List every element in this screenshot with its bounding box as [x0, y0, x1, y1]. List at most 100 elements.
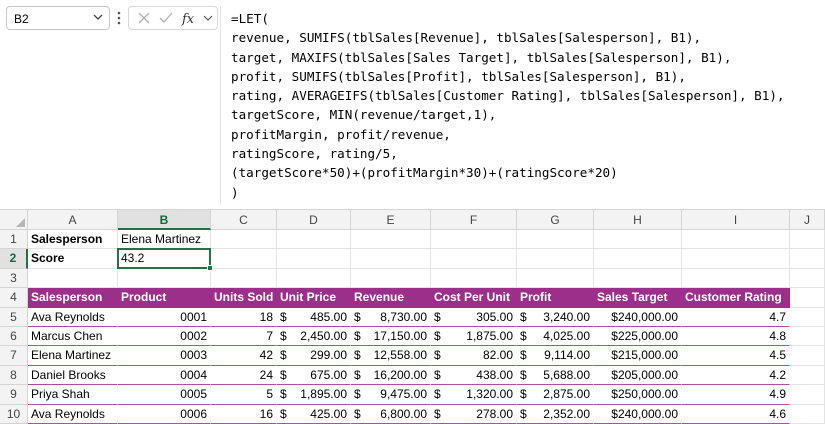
cell[interactable] [211, 268, 277, 289]
table-header[interactable]: Unit Price [277, 288, 351, 308]
column-header-e[interactable]: E [351, 210, 431, 230]
cell[interactable] [790, 365, 825, 386]
cell[interactable] [118, 268, 211, 289]
cell[interactable] [431, 249, 517, 269]
table-cell[interactable]: $1,320.00 [431, 385, 517, 405]
row-header-10[interactable]: 10 [0, 404, 28, 424]
cell-value-salesperson[interactable]: Elena Martinez [118, 230, 211, 250]
table-cell[interactable]: $2,352.00 [517, 404, 594, 424]
cell[interactable] [790, 230, 825, 250]
cell[interactable] [594, 230, 682, 250]
column-header-c[interactable]: C [211, 210, 277, 230]
table-cell[interactable]: 0004 [118, 365, 211, 386]
table-cell[interactable]: 4.6 [682, 404, 790, 424]
select-all-corner[interactable] [0, 210, 28, 230]
cell[interactable] [277, 268, 351, 289]
table-cell[interactable]: Marcus Chen [28, 327, 118, 347]
cell[interactable] [351, 249, 431, 269]
table-cell[interactable]: Ava Reynolds [28, 307, 118, 327]
chevron-down-icon[interactable] [92, 10, 104, 24]
table-cell[interactable]: Priya Shah [28, 385, 118, 405]
cell[interactable] [594, 249, 682, 269]
table-cell[interactable]: 0002 [118, 327, 211, 347]
cell[interactable] [28, 268, 118, 289]
cell[interactable] [517, 249, 594, 269]
cell[interactable] [790, 249, 825, 269]
column-header-a[interactable]: A [28, 210, 118, 230]
table-cell[interactable]: Ava Reynolds [28, 404, 118, 424]
table-cell[interactable]: $250,000.00 [594, 385, 682, 405]
table-header[interactable]: Profit [517, 288, 594, 308]
cell[interactable] [211, 249, 277, 269]
table-cell[interactable]: Daniel Brooks [28, 365, 118, 386]
cell[interactable] [682, 249, 790, 269]
row-header-5[interactable]: 5 [0, 307, 28, 327]
table-cell[interactable]: $425.00 [277, 404, 351, 424]
table-cell[interactable]: $299.00 [277, 346, 351, 366]
table-cell[interactable]: 4.9 [682, 385, 790, 405]
row-header-9[interactable]: 9 [0, 385, 28, 405]
table-cell[interactable]: Elena Martinez [28, 346, 118, 366]
cell[interactable] [517, 230, 594, 250]
table-cell[interactable]: 5 [211, 385, 277, 405]
table-cell[interactable]: $9,475.00 [351, 385, 431, 405]
table-cell[interactable]: $675.00 [277, 365, 351, 386]
table-cell[interactable]: $215,000.00 [594, 346, 682, 366]
table-cell[interactable]: 42 [211, 346, 277, 366]
table-cell[interactable]: $12,558.00 [351, 346, 431, 366]
row-header-2[interactable]: 2 [0, 249, 28, 269]
table-cell[interactable]: 0001 [118, 307, 211, 327]
cell[interactable] [682, 230, 790, 250]
name-box[interactable]: B2 [6, 6, 110, 30]
table-header[interactable]: Salesperson [28, 288, 118, 308]
cell[interactable] [790, 385, 825, 405]
table-cell[interactable]: $438.00 [431, 365, 517, 386]
table-cell[interactable]: $2,450.00 [277, 327, 351, 347]
cell[interactable] [790, 327, 825, 347]
table-header[interactable]: Sales Target [594, 288, 682, 308]
cell[interactable] [790, 404, 825, 424]
table-cell[interactable]: 0005 [118, 385, 211, 405]
column-header-i[interactable]: I [682, 210, 790, 230]
chevron-down-icon[interactable] [202, 10, 214, 26]
table-cell[interactable]: 0006 [118, 404, 211, 424]
cell[interactable] [517, 268, 594, 289]
cell[interactable] [277, 230, 351, 250]
column-header-g[interactable]: G [517, 210, 594, 230]
column-header-j[interactable]: J [790, 210, 825, 230]
table-cell[interactable]: 0003 [118, 346, 211, 366]
table-cell[interactable]: $1,875.00 [431, 327, 517, 347]
column-header-h[interactable]: H [594, 210, 682, 230]
table-cell[interactable]: $4,025.00 [517, 327, 594, 347]
table-cell[interactable]: $5,688.00 [517, 365, 594, 386]
table-cell[interactable]: $9,114.00 [517, 346, 594, 366]
row-header-3[interactable]: 3 [0, 268, 28, 289]
table-cell[interactable]: $6,800.00 [351, 404, 431, 424]
column-header-f[interactable]: F [431, 210, 517, 230]
table-cell[interactable]: $485.00 [277, 307, 351, 327]
table-header[interactable]: Revenue [351, 288, 431, 308]
table-cell[interactable]: $17,150.00 [351, 327, 431, 347]
cell[interactable] [682, 268, 790, 289]
table-cell[interactable]: $16,200.00 [351, 365, 431, 386]
table-cell[interactable]: $3,240.00 [517, 307, 594, 327]
cell[interactable] [790, 268, 825, 289]
table-cell[interactable]: $82.00 [431, 346, 517, 366]
table-cell[interactable]: 24 [211, 365, 277, 386]
table-cell[interactable]: $225,000.00 [594, 327, 682, 347]
cell[interactable] [431, 268, 517, 289]
table-cell[interactable]: 4.7 [682, 307, 790, 327]
table-header[interactable]: Units Sold [211, 288, 277, 308]
cell[interactable] [431, 230, 517, 250]
cell[interactable] [211, 230, 277, 250]
table-header[interactable]: Cost Per Unit [431, 288, 517, 308]
row-header-7[interactable]: 7 [0, 346, 28, 366]
table-cell[interactable]: 7 [211, 327, 277, 347]
cell[interactable] [351, 230, 431, 250]
cell[interactable] [790, 307, 825, 327]
column-header-b[interactable]: B [118, 210, 211, 230]
cell[interactable] [594, 268, 682, 289]
table-cell[interactable]: $278.00 [431, 404, 517, 424]
table-cell[interactable]: $240,000.00 [594, 404, 682, 424]
table-cell[interactable]: $305.00 [431, 307, 517, 327]
